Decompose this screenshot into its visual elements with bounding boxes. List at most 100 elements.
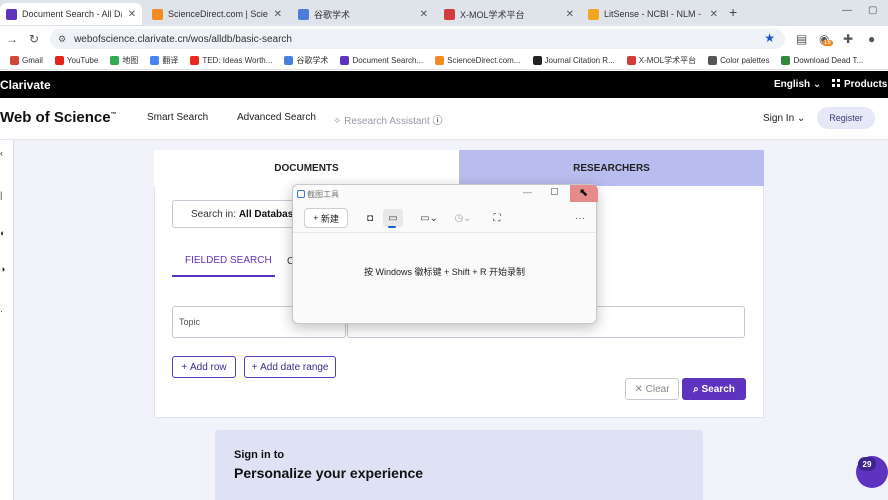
- smart-search-link[interactable]: Smart Search: [147, 112, 208, 123]
- language-selector[interactable]: English ⌄: [774, 79, 821, 90]
- browser-tab-litsense[interactable]: LitSense - NCBI - NLM - NIH ✕: [582, 3, 724, 25]
- snipping-toolbar: + 新建 ◘ ▭ ▭⌄ ◷⌄ ⛶ ···: [293, 203, 596, 233]
- snipping-tool-icon: [297, 190, 305, 198]
- close-icon[interactable]: ✕: [128, 9, 136, 20]
- bookmark-label: 谷歌学术: [296, 56, 329, 65]
- bookmark-xmol[interactable]: X-MOL学术平台: [626, 55, 697, 66]
- wos-logo[interactable]: Web of Science™: [0, 109, 117, 126]
- snipping-tool-window: 截图工具 — + 新建 ◘ ▭ ▭⌄ ◷⌄ ⛶ ··· 按 Windows 徽标…: [292, 184, 598, 324]
- search-button[interactable]: ⌕ Search: [682, 378, 746, 400]
- camera-icon[interactable]: ◘: [360, 209, 380, 227]
- browser-tab-google-scholar[interactable]: 谷歌学术 ✕: [292, 3, 434, 25]
- selected-indicator: [388, 226, 396, 228]
- close-icon[interactable]: ✕: [566, 9, 574, 20]
- bookmark-maps[interactable]: 地图: [110, 55, 138, 66]
- bookmark-youtube[interactable]: YouTube: [54, 56, 98, 65]
- clarivate-favicon-icon: [6, 8, 17, 20]
- trademark: ™: [110, 112, 117, 118]
- maximize-icon[interactable]: [551, 188, 558, 195]
- browser-tab-xmol[interactable]: X-MOL学术平台 ✕: [438, 3, 580, 25]
- bookmark-color-palettes[interactable]: Color palettes: [708, 56, 769, 65]
- mouse-cursor-icon: ⬉: [579, 187, 589, 199]
- browser-tab-strip: Document Search - All Datal ✕ ScienceDir…: [0, 0, 888, 26]
- delay-timer-icon[interactable]: ◷⌄: [451, 209, 475, 227]
- close-icon[interactable]: ✕: [420, 9, 428, 20]
- browser-tab-title: LitSense - NCBI - NLM - NIH: [604, 9, 704, 19]
- add-row-label: Add row: [189, 361, 227, 373]
- search-type-tabs: DOCUMENTS RESEARCHERS: [154, 150, 764, 186]
- maximize-window-icon[interactable]: ▢: [868, 5, 877, 16]
- wos-header: Web of Science™ Smart Search Advanced Se…: [0, 98, 888, 140]
- new-tab-icon[interactable]: +: [729, 4, 737, 20]
- sparkle-icon: ✧: [333, 116, 345, 127]
- wos-logo-text: Web of Science: [0, 109, 111, 126]
- products-menu[interactable]: Products: [832, 79, 887, 90]
- elsevier-favicon-icon: [152, 8, 163, 20]
- bookmark-download[interactable]: Download Dead T...: [781, 56, 863, 65]
- bookmark-gmail[interactable]: Gmail: [10, 56, 43, 65]
- video-record-icon[interactable]: ▭: [383, 209, 403, 228]
- advanced-search-link[interactable]: Advanced Search: [237, 112, 316, 123]
- close-icon[interactable]: ✕: [274, 9, 282, 20]
- bookmark-sciencedirect[interactable]: ScienceDirect.com...: [435, 56, 521, 65]
- clear-button[interactable]: ✕ Clear: [625, 378, 679, 400]
- more-options-icon[interactable]: ···: [573, 209, 587, 227]
- research-assistant-link[interactable]: ✧ Research Assistant ⓘ: [333, 112, 443, 127]
- tab-researchers[interactable]: RESEARCHERS: [459, 150, 764, 186]
- extensions-puzzle-icon[interactable]: ✚: [843, 32, 853, 46]
- sign-in-menu[interactable]: Sign In ⌄: [763, 113, 805, 124]
- bookmark-translate[interactable]: 翻译: [150, 55, 178, 66]
- url-text: webofscience.clarivate.cn/wos/alldb/basi…: [74, 33, 292, 45]
- menu-icon[interactable]: |: [0, 190, 2, 200]
- palette-icon: [708, 56, 718, 65]
- back-arrow-icon[interactable]: →: [6, 32, 18, 46]
- alerts-icon[interactable]: ◑: [0, 264, 5, 274]
- close-icon[interactable]: ✕: [710, 9, 718, 20]
- bookmark-jcr[interactable]: Journal Citation R...: [532, 56, 615, 65]
- minimize-icon[interactable]: —: [523, 187, 532, 197]
- add-date-range-label: Add date range: [260, 361, 329, 373]
- bookmarks-bar: Gmail YouTube 地图 翻译 TED: Ideas Worth... …: [0, 52, 888, 70]
- bookmark-label: X-MOL学术平台: [638, 56, 697, 65]
- bookmark-label: Gmail: [22, 56, 43, 65]
- tab-documents[interactable]: DOCUMENTS: [154, 150, 459, 186]
- more-icon[interactable]: ·: [0, 306, 3, 316]
- ted-icon: [190, 56, 200, 65]
- reading-list-icon[interactable]: ▤: [796, 32, 807, 46]
- browser-tab-title: 谷歌学术: [314, 9, 351, 20]
- history-icon[interactable]: ◐: [0, 228, 5, 238]
- download-icon: [781, 56, 791, 65]
- add-date-range-button[interactable]: + Add date range: [244, 356, 336, 378]
- collapse-icon[interactable]: ‹: [0, 148, 3, 158]
- left-rail: ‹ | ◐ ◑ ·: [0, 140, 14, 500]
- minimize-window-icon[interactable]: —: [842, 5, 852, 16]
- bookmark-ted[interactable]: TED: Ideas Worth...: [190, 56, 272, 65]
- search-icon: ⌕: [693, 383, 702, 395]
- register-button[interactable]: Register: [817, 107, 875, 129]
- bookmark-star-icon[interactable]: ★: [764, 31, 775, 45]
- browser-tab-title: ScienceDirect.com | Science: [168, 9, 268, 19]
- clarivate-logo[interactable]: Clarivate: [0, 78, 51, 92]
- add-row-button[interactable]: + Add row: [172, 356, 236, 378]
- browser-tab-title: Document Search - All Datal: [22, 9, 122, 19]
- bookmark-scholar[interactable]: 谷歌学术: [284, 55, 328, 66]
- xmol-favicon-icon: [444, 8, 455, 20]
- address-bar[interactable]: ⚙ webofscience.clarivate.cn/wos/alldb/ba…: [50, 29, 785, 49]
- bookmark-label: TED: Ideas Worth...: [202, 56, 273, 65]
- clarivate-icon: [532, 56, 542, 65]
- snip-mode-icon[interactable]: ▭⌄: [417, 209, 441, 227]
- tab-fielded-search[interactable]: FIELDED SEARCH: [172, 255, 275, 277]
- xmol-icon: [626, 56, 636, 65]
- reload-icon[interactable]: ↻: [29, 32, 39, 46]
- bookmark-document-search[interactable]: Document Search...: [340, 56, 423, 65]
- site-info-icon[interactable]: ⚙: [58, 34, 66, 45]
- profile-icon[interactable]: ●: [868, 32, 875, 46]
- text-extract-icon[interactable]: ⛶: [489, 209, 505, 227]
- browser-tab-sciencedirect[interactable]: ScienceDirect.com | Science ✕: [146, 3, 288, 25]
- info-icon: ⓘ: [429, 116, 443, 127]
- bookmark-label: 翻译: [162, 56, 179, 65]
- grid-icon: [832, 79, 840, 87]
- new-snip-button[interactable]: + 新建: [304, 208, 348, 228]
- browser-tab-wos[interactable]: Document Search - All Datal ✕: [0, 3, 142, 25]
- clarivate-icon: [340, 56, 350, 65]
